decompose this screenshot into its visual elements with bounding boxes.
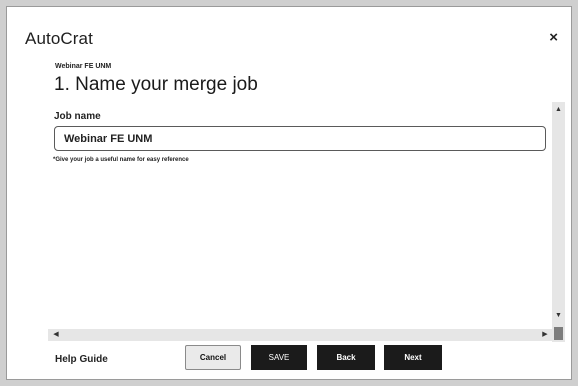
back-button[interactable]: Back [317, 345, 375, 370]
job-name-input[interactable] [54, 126, 546, 151]
vertical-scrollbar[interactable]: ▲ ▼ [552, 102, 565, 342]
content-panel: Job name *Give your job a useful name fo… [48, 102, 553, 324]
scroll-right-icon[interactable]: ▶ [539, 329, 551, 341]
job-name-caption: Webinar FE UNM [55, 63, 112, 70]
close-icon: × [549, 29, 558, 46]
cancel-button[interactable]: Cancel [185, 345, 241, 370]
scroll-down-icon[interactable]: ▼ [552, 310, 565, 322]
step-title: 1. Name your merge job [54, 74, 258, 95]
scroll-left-icon[interactable]: ◀ [50, 329, 62, 341]
next-button[interactable]: Next [384, 345, 442, 370]
job-name-hint: *Give your job a useful name for easy re… [53, 157, 189, 163]
horizontal-scrollbar[interactable]: ◀ ▶ [48, 329, 553, 341]
autocrat-dialog: AutoCrat × Webinar FE UNM 1. Name your m… [6, 6, 572, 380]
job-name-label: Job name [54, 111, 101, 122]
scroll-up-icon[interactable]: ▲ [552, 104, 565, 116]
app-title: AutoCrat [25, 29, 93, 48]
scroll-thumb[interactable] [554, 327, 563, 340]
save-button[interactable]: SAVE [251, 345, 307, 370]
close-button[interactable]: × [549, 30, 558, 45]
help-guide-link[interactable]: Help Guide [55, 354, 108, 365]
